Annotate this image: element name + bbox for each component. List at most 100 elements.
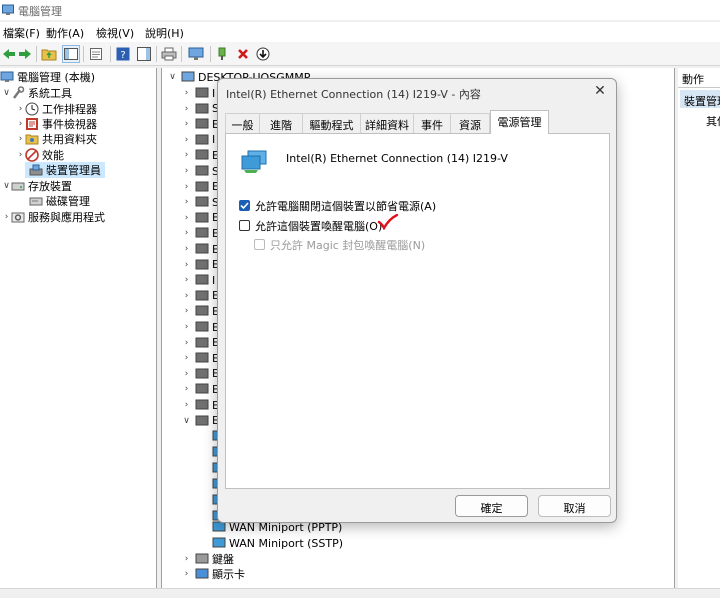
device-category[interactable]: › E [182,350,219,366]
device-category[interactable]: › E [182,303,219,319]
allow-wake-label: 允許這個裝置喚醒電腦(O) [255,220,383,233]
tree-item-device-manager[interactable]: 裝置管理員 [25,162,105,178]
allow-wake-checkbox[interactable] [239,220,250,231]
magic-packet-checkbox[interactable] [254,239,265,250]
forward-arrow-icon[interactable] [16,45,34,63]
device-category[interactable]: › S [182,101,219,117]
action-pane-icon[interactable] [135,45,153,63]
properties-sheet-icon[interactable] [87,45,105,63]
device-category[interactable]: › I [182,132,216,148]
tab-advanced[interactable]: 進階 [260,113,303,133]
show-hide-tree-icon[interactable] [62,45,80,63]
device-category[interactable]: › S [182,194,219,210]
menu-action[interactable]: 動作(A) [46,25,84,41]
chevron-right-icon[interactable]: › [182,353,191,363]
chevron-right-icon[interactable]: › [182,569,191,579]
device-category[interactable]: › E [182,319,219,335]
chevron-right-icon[interactable]: › [182,338,191,348]
device-category[interactable]: › E [182,257,219,273]
tab-general[interactable]: 一般 [225,113,260,133]
update-driver-icon[interactable] [214,45,232,63]
chevron-down-icon[interactable]: ∨ [2,88,11,98]
print-icon[interactable] [160,45,178,63]
cancel-button[interactable]: 取消 [538,495,611,517]
chevron-right-icon[interactable]: › [182,322,191,332]
device-category[interactable]: ∨ E [182,413,219,429]
device-category[interactable]: › E [182,397,219,413]
tab-driver[interactable]: 驅動程式 [303,113,361,133]
help-icon[interactable]: ? [114,45,132,63]
chevron-right-icon[interactable]: › [182,400,191,410]
close-icon[interactable]: ✕ [592,83,608,99]
allow-power-off-checkbox[interactable] [239,200,250,211]
uninstall-red-x-icon[interactable] [234,45,252,63]
chevron-right-icon[interactable]: › [182,166,191,176]
menu-view[interactable]: 檢視(V) [96,25,134,41]
chevron-right-icon[interactable]: › [182,244,191,254]
chevron-down-icon[interactable]: ∨ [2,181,11,191]
tools-icon [11,86,25,100]
up-folder-icon[interactable] [40,45,58,63]
device-category[interactable]: › 鍵盤 [182,551,234,567]
chevron-right-icon[interactable]: › [16,134,25,144]
tree-item-system-tools[interactable]: ∨ 系統工具 [2,85,72,101]
tree-item-disk-management[interactable]: 磁碟管理 [25,193,90,209]
menu-help[interactable]: 說明(H) [145,25,184,41]
chevron-right-icon[interactable]: › [182,213,191,223]
chevron-right-icon[interactable]: › [182,88,191,98]
chevron-right-icon[interactable]: › [182,275,191,285]
device-category[interactable]: › E [182,225,219,241]
chevron-right-icon[interactable]: › [16,119,25,129]
device-category[interactable]: › E [182,147,219,163]
toolbar: ? [0,42,720,66]
device-category[interactable]: › I [182,272,216,288]
ok-button[interactable]: 確定 [455,495,528,517]
menu-file[interactable]: 檔案(F) [3,25,40,41]
chevron-right-icon[interactable]: › [16,150,25,160]
chevron-right-icon[interactable]: › [182,228,191,238]
device-category[interactable]: › I [182,85,216,101]
chevron-right-icon[interactable]: › [182,104,191,114]
chevron-right-icon[interactable]: › [182,150,191,160]
chevron-down-icon[interactable]: ∨ [182,416,191,426]
device-category[interactable]: › E [182,116,219,132]
tree-item-services[interactable]: › 服務與應用程式 [2,209,105,225]
tree-item-event-viewer[interactable]: › 事件檢視器 [16,116,97,132]
device-category[interactable]: › E [182,288,219,304]
device-category[interactable]: › E [182,366,219,382]
chevron-right-icon[interactable]: › [182,554,191,564]
tree-item-shared-folders[interactable]: › 共用資料夾 [16,131,97,147]
tab-details[interactable]: 詳細資料 [361,113,414,133]
tab-power-management[interactable]: 電源管理 [490,110,549,134]
tree-item-task-scheduler[interactable]: › 工作排程器 [16,101,97,117]
tree-root[interactable]: 電腦管理 (本機) [0,69,95,85]
device-category[interactable]: › E [182,381,219,397]
scan-hardware-icon[interactable] [187,45,205,63]
device-category[interactable]: › E [182,179,219,195]
chevron-right-icon[interactable]: › [182,369,191,379]
chevron-right-icon[interactable]: › [182,384,191,394]
network-adapter-row[interactable]: WAN Miniport (SSTP) [208,535,343,551]
disable-device-icon[interactable] [254,45,272,63]
chevron-right-icon[interactable]: › [182,119,191,129]
tab-events[interactable]: 事件 [414,113,451,133]
actions-selected-section[interactable]: 裝置管理員 [680,90,720,108]
device-category[interactable]: › 顯示卡 [182,566,245,582]
chevron-right-icon[interactable]: › [182,197,191,207]
device-category[interactable]: › E [182,210,219,226]
chevron-right-icon[interactable]: › [182,182,191,192]
chevron-down-icon[interactable]: ∨ [168,72,177,82]
device-category[interactable]: › E [182,335,219,351]
tree-item-storage[interactable]: ∨ 存放裝置 [2,178,72,194]
chevron-right-icon[interactable]: › [182,135,191,145]
chevron-right-icon[interactable]: › [182,306,191,316]
chevron-right-icon[interactable]: › [2,212,11,222]
chevron-right-icon[interactable]: › [16,104,25,114]
tab-resources[interactable]: 資源 [451,113,490,133]
tree-item-performance[interactable]: › 效能 [16,147,64,163]
device-category[interactable]: › E [182,241,219,257]
chevron-right-icon[interactable]: › [182,291,191,301]
actions-more-link[interactable]: 其他 [706,113,720,129]
chevron-right-icon[interactable]: › [182,260,191,270]
device-category[interactable]: › S [182,163,219,179]
